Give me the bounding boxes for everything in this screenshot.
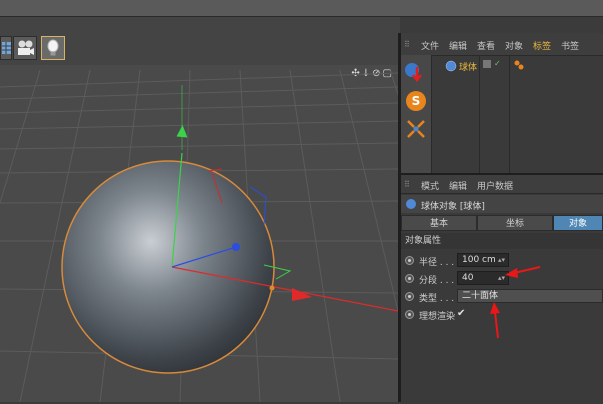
arrow-segments — [513, 266, 541, 274]
arrow-type — [494, 311, 499, 339]
annotation-arrows — [490, 266, 541, 339]
